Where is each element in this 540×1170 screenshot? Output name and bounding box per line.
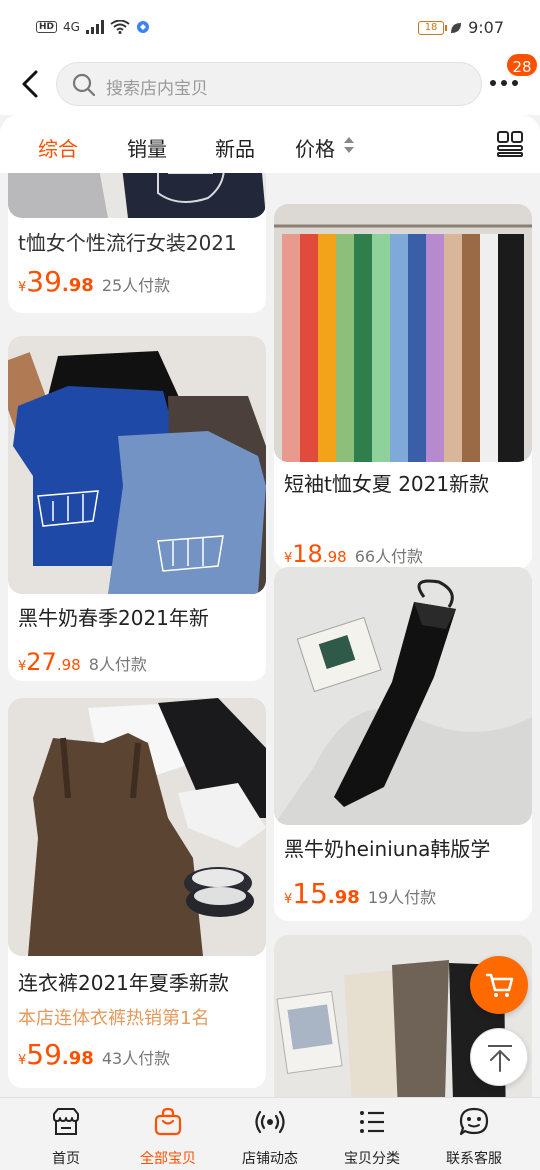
- network-label: 4G: [63, 20, 80, 34]
- nav-all-items[interactable]: 全部宝贝: [114, 1098, 222, 1170]
- product-card[interactable]: t恤女个性流行女装2021 ¥39.98 25人付款: [8, 173, 266, 313]
- list-icon: [360, 1111, 384, 1133]
- product-title: t恤女个性流行女装2021: [18, 231, 237, 255]
- product-card[interactable]: 黑牛奶heiniuna韩版学 ¥15.98 19人付款: [274, 567, 532, 921]
- sold-count: 43人付款: [101, 1049, 171, 1068]
- sold-count: 8人付款: [88, 655, 147, 674]
- product-card[interactable]: 黑牛奶春季2021年新 ¥27.98 8人付款: [8, 336, 266, 681]
- shopping-bag-icon: [154, 1107, 182, 1136]
- search-placeholder: 搜索店内宝贝: [106, 79, 208, 99]
- nav-home[interactable]: 首页: [12, 1098, 120, 1170]
- product-price: ¥15.98 19人付款: [284, 877, 437, 910]
- product-image: [8, 698, 266, 956]
- status-right: 18 9:07: [418, 18, 504, 37]
- tab-sales[interactable]: 销量: [127, 133, 167, 162]
- store-icon: [53, 1108, 79, 1135]
- tab-new[interactable]: 新品: [215, 133, 255, 162]
- product-title: 黑牛奶heiniuna韩版学: [284, 837, 491, 861]
- header: 搜索店内宝贝 28: [0, 52, 540, 115]
- wifi-icon: [110, 20, 130, 34]
- product-image: [8, 173, 266, 218]
- nav-store-updates[interactable]: 店铺动态: [216, 1098, 324, 1170]
- broadcast-icon: [255, 1110, 285, 1134]
- tab-price[interactable]: 价格: [295, 133, 335, 162]
- tab-comprehensive[interactable]: 综合: [38, 133, 78, 162]
- status-bar: HD 4G 18 9:07: [0, 0, 540, 60]
- back-arrow-icon[interactable]: [16, 66, 46, 102]
- back-to-top-button[interactable]: [470, 1028, 528, 1086]
- status-left: HD 4G: [36, 20, 150, 34]
- sort-tabs: 综合 销量 新品 价格: [0, 115, 540, 173]
- clock: 9:07: [468, 18, 504, 37]
- cart-button[interactable]: [470, 956, 528, 1014]
- product-title: 黑牛奶春季2021年新: [18, 606, 209, 630]
- product-promo-text: 本店连体衣裤热销第1名: [18, 1008, 210, 1029]
- bottom-nav: 首页 全部宝贝 店铺动态 宝贝分类 联系客服: [0, 1097, 540, 1170]
- product-image: [8, 336, 266, 594]
- search-icon: [72, 73, 96, 97]
- product-card[interactable]: 连衣裤2021年夏季新款 本店连体衣裤热销第1名 ¥59.98 43人付款: [8, 698, 266, 1088]
- cart-icon: [485, 973, 514, 997]
- chat-face-icon: [459, 1107, 489, 1136]
- message-badge: 28: [505, 52, 539, 78]
- layout-toggle-icon[interactable]: [497, 131, 523, 157]
- arrow-up-icon: [488, 1045, 512, 1072]
- product-price: ¥27.98 8人付款: [18, 648, 147, 676]
- search-bar[interactable]: 搜索店内宝贝: [56, 62, 482, 106]
- product-price: ¥39.98 25人付款: [18, 265, 171, 298]
- sold-count: 19人付款: [367, 888, 437, 907]
- app-notification-icon: [136, 21, 149, 33]
- signal-icon: [85, 20, 104, 34]
- battery-icon: 18: [418, 20, 448, 35]
- sold-count: 25人付款: [101, 276, 171, 295]
- product-image: [274, 567, 532, 825]
- product-title: 连衣裤2021年夏季新款: [18, 971, 229, 995]
- product-title: 短袖t恤女夏 2021新款: [284, 472, 490, 496]
- hd-icon: HD: [36, 21, 58, 33]
- leaf-icon: [451, 22, 462, 33]
- product-card[interactable]: 短袖t恤女夏 2021新款 ¥18.98 66人付款: [274, 204, 532, 569]
- sold-count: 66人付款: [354, 547, 424, 566]
- product-price: ¥59.98 43人付款: [18, 1038, 171, 1071]
- product-price: ¥18.98 66人付款: [284, 540, 424, 568]
- product-image: [274, 204, 532, 462]
- nav-categories[interactable]: 宝贝分类: [318, 1098, 426, 1170]
- nav-customer-service[interactable]: 联系客服: [420, 1098, 528, 1170]
- product-grid: t恤女个性流行女装2021 ¥39.98 25人付款 短袖t恤女夏 2021新款…: [0, 173, 540, 1097]
- sort-arrows-icon: [344, 137, 354, 153]
